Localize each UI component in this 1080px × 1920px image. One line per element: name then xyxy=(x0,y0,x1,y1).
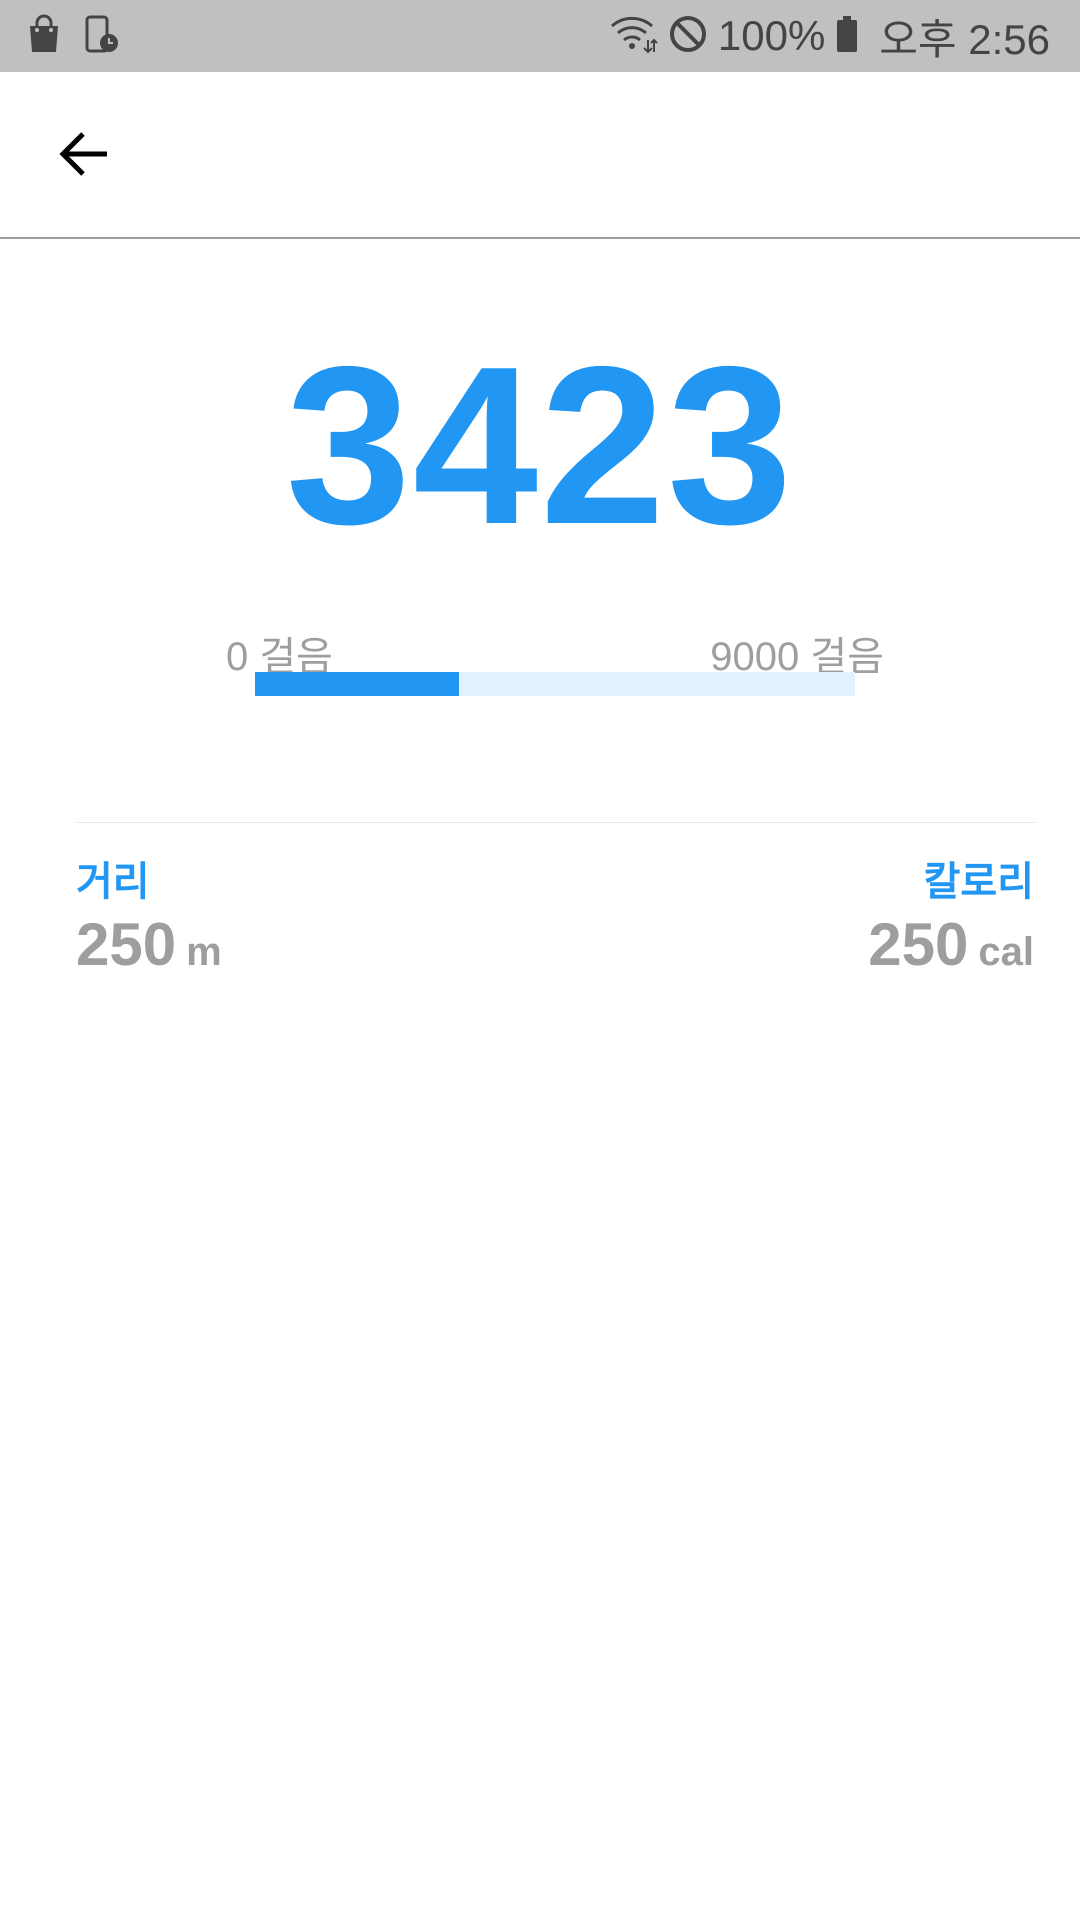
status-time: 오후 2:56 xyxy=(879,15,1050,63)
status-bar-right: 100% 오후 2:56 xyxy=(600,6,1050,67)
battery-icon xyxy=(835,14,859,59)
calories-stat: 칼로리 250 cal xyxy=(868,858,1034,979)
step-progress-bar xyxy=(255,672,855,696)
phone-clock-icon xyxy=(84,14,120,59)
step-progress-fill xyxy=(255,672,459,696)
distance-unit: m xyxy=(186,930,222,974)
shopping-bag-icon xyxy=(26,14,62,59)
do-not-disturb-icon xyxy=(668,14,708,59)
calories-value: 250 xyxy=(868,911,969,978)
distance-value: 250 xyxy=(76,911,177,978)
step-count: 3423 xyxy=(285,319,795,571)
distance-stat: 거리 250 m xyxy=(76,858,222,979)
app-bar xyxy=(0,72,1080,239)
status-bar-left xyxy=(26,14,142,59)
calories-label: 칼로리 xyxy=(923,860,1034,904)
distance-label: 거리 xyxy=(76,860,150,904)
status-bar: 100% 오후 2:56 xyxy=(0,0,1080,72)
back-button[interactable] xyxy=(48,126,120,186)
divider xyxy=(76,822,1036,823)
arrow-left-icon xyxy=(57,130,111,183)
calories-unit: cal xyxy=(978,930,1034,974)
battery-percent: 100% xyxy=(717,12,826,59)
wifi-icon xyxy=(610,14,658,59)
